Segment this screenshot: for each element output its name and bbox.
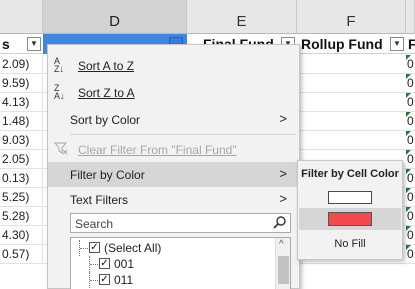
cell-c[interactable]: 1.48) [0, 112, 43, 131]
cell-g[interactable]: 0 [406, 169, 415, 188]
cell-c[interactable]: 9.59) [0, 74, 43, 93]
column-header-e[interactable]: E [187, 0, 297, 34]
error-indicator-icon [406, 226, 411, 231]
error-indicator-icon [406, 188, 411, 193]
filter-by-color-submenu: Filter by Cell Color No Fill [297, 160, 403, 260]
menu-separator [70, 134, 296, 135]
list-item[interactable]: ✓ 011 [71, 272, 271, 288]
error-indicator-icon [406, 169, 411, 174]
checkbox[interactable]: ✓ [89, 242, 100, 253]
filter-dropdown-button[interactable]: ▼ [27, 37, 41, 51]
checkbox[interactable]: ✓ [99, 258, 110, 269]
column-header-f[interactable]: F [297, 0, 406, 34]
chevron-right-icon: > [279, 166, 287, 181]
chevron-right-icon: > [279, 191, 287, 206]
text-filters-item[interactable]: Text Filters > [48, 187, 299, 212]
cell-c[interactable]: 0.13) [0, 169, 43, 188]
clear-filter-item[interactable]: Clear Filter From "Final Fund" [48, 137, 299, 162]
red-color-swatch[interactable] [328, 212, 372, 226]
scroll-up-icon[interactable]: ^ [279, 239, 284, 250]
cell-c[interactable]: 2.09) [0, 55, 43, 74]
header-cell-c[interactable]: s ▼ [0, 34, 43, 54]
no-fill-option[interactable]: No Fill [298, 238, 402, 250]
filter-dropdown-button[interactable]: ▼ [390, 37, 404, 51]
red-color-swatch-row[interactable] [299, 208, 401, 230]
cell-c[interactable]: 5.28) [0, 207, 43, 226]
error-indicator-icon [406, 131, 411, 136]
filter-values-list: ✓ (Select All) ✓ 001 ✓ 011 ^ [70, 237, 291, 289]
cell-g[interactable]: 0 [406, 150, 415, 169]
cell-g[interactable]: 0 [406, 55, 415, 74]
cell-c[interactable]: 5.25) [0, 188, 43, 207]
list-item[interactable]: ✓ (Select All) [71, 240, 271, 256]
cell-g[interactable]: 0 [406, 245, 415, 264]
scroll-thumb[interactable] [278, 256, 289, 284]
submenu-title: Filter by Cell Color [301, 168, 399, 180]
white-color-swatch[interactable] [328, 191, 372, 204]
search-input[interactable]: Search [70, 213, 291, 233]
error-indicator-icon [406, 245, 411, 250]
cell-g[interactable]: 0 [406, 188, 415, 207]
tree-connector [79, 240, 89, 256]
filter-by-color-item[interactable]: Filter by Color > [48, 162, 299, 187]
cell-c[interactable]: 4.30) [0, 226, 43, 245]
column-header-c[interactable] [0, 0, 43, 34]
cell-c[interactable]: 2.05) [0, 150, 43, 169]
header-cell-rollup-fund[interactable]: Rollup Fund ▼ [297, 34, 406, 54]
list-item[interactable]: ✓ 001 [71, 256, 271, 272]
cell-g[interactable]: 0 [406, 93, 415, 112]
cell-c[interactable]: 0.57) [0, 245, 43, 264]
error-indicator-icon [406, 74, 411, 79]
sort-by-color-item[interactable]: Sort by Color > [48, 107, 299, 132]
search-icon [273, 215, 287, 229]
error-indicator-icon [406, 93, 411, 98]
error-indicator-icon [406, 207, 411, 212]
header-cell-g[interactable]: F [406, 34, 415, 54]
cell-c[interactable]: 9.03) [0, 131, 43, 150]
chevron-right-icon: > [279, 111, 287, 126]
cell-g[interactable]: 0 [406, 112, 415, 131]
column-header-d[interactable]: D [43, 0, 187, 34]
cell-g[interactable]: 0 [406, 207, 415, 226]
error-indicator-icon [406, 55, 411, 60]
sort-a-to-z-item[interactable]: A Z↓ Sort A to Z [48, 53, 299, 78]
clear-filter-icon [53, 141, 70, 157]
cell-g[interactable]: 0 [406, 226, 415, 245]
sort-ascending-icon: A Z↓ [54, 56, 64, 74]
sort-z-to-a-item[interactable]: Z A↓ Sort Z to A [48, 80, 299, 105]
cell-g[interactable]: 0 [406, 131, 415, 150]
list-scrollbar[interactable]: ^ [275, 238, 290, 289]
error-indicator-icon [406, 150, 411, 155]
tree-connector [89, 256, 99, 272]
error-indicator-icon [406, 112, 411, 117]
checkbox[interactable]: ✓ [99, 274, 110, 285]
filter-menu: A Z↓ Sort A to Z Z A↓ Sort Z to A Sort by … [47, 44, 300, 289]
cell-g[interactable]: 0 [406, 74, 415, 93]
tree-connector [89, 272, 99, 288]
sort-descending-icon: Z A↓ [54, 83, 65, 101]
cell-c[interactable]: 4.13) [0, 93, 43, 112]
column-header-g[interactable] [406, 0, 415, 34]
